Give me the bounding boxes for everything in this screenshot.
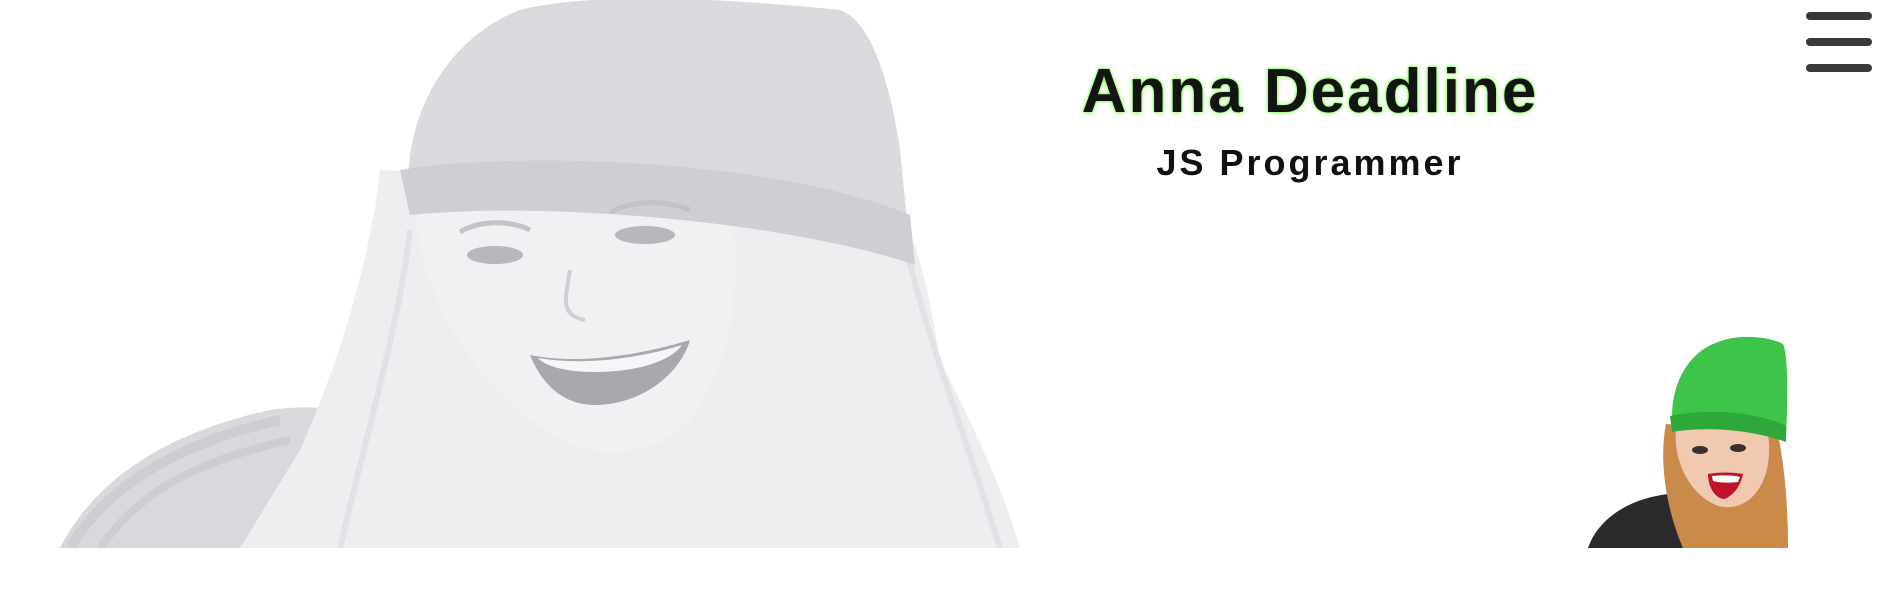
hero-page: Anna Deadline JS Programmer bbox=[0, 0, 1878, 613]
avatar-portrait-image bbox=[1588, 336, 1788, 548]
menu-bar-middle bbox=[1806, 38, 1872, 46]
menu-bar-top bbox=[1806, 12, 1872, 20]
hamburger-menu-icon[interactable] bbox=[1806, 12, 1872, 72]
job-title: JS Programmer bbox=[1156, 142, 1464, 183]
page-title: Anna Deadline bbox=[1081, 57, 1539, 126]
background-portrait-image bbox=[60, 0, 1020, 548]
menu-bar-bottom bbox=[1806, 64, 1872, 72]
title-block: Anna Deadline JS Programmer bbox=[1020, 56, 1600, 184]
